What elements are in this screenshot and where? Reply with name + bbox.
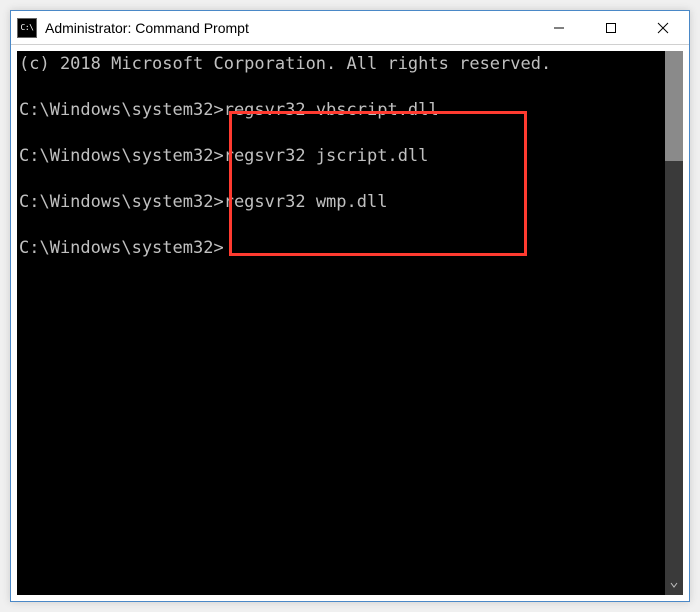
terminal[interactable]: (c) 2018 Microsoft Corporation. All righ… <box>17 51 665 595</box>
close-button[interactable] <box>637 11 689 44</box>
command-line: C:\Windows\system32>regsvr32 wmp.dll <box>19 191 665 214</box>
window-controls <box>533 11 689 44</box>
command-prompt-window: C:\ Administrator: Command Prompt (c) 20… <box>10 10 690 602</box>
titlebar[interactable]: C:\ Administrator: Command Prompt <box>11 11 689 45</box>
prompt-line: C:\Windows\system32> <box>19 237 665 260</box>
scrollbar-thumb[interactable] <box>665 51 683 161</box>
blank-line <box>19 122 665 145</box>
command-text: regsvr32 wmp.dll <box>224 192 388 212</box>
prompt-text: C:\Windows\system32> <box>19 238 224 258</box>
command-text: regsvr32 jscript.dll <box>224 146 429 166</box>
command-text: regsvr32 vbscript.dll <box>224 100 439 120</box>
blank-line <box>19 214 665 237</box>
scroll-down-arrow-icon[interactable] <box>665 575 683 595</box>
prompt-text: C:\Windows\system32> <box>19 146 224 166</box>
blank-line <box>19 168 665 191</box>
maximize-icon <box>605 22 617 34</box>
window-title: Administrator: Command Prompt <box>45 20 249 36</box>
terminal-area: (c) 2018 Microsoft Corporation. All righ… <box>11 45 689 601</box>
blank-line <box>19 76 665 99</box>
command-line: C:\Windows\system32>regsvr32 vbscript.dl… <box>19 99 665 122</box>
prompt-text: C:\Windows\system32> <box>19 192 224 212</box>
minimize-icon <box>553 22 565 34</box>
maximize-button[interactable] <box>585 11 637 44</box>
copyright-line: (c) 2018 Microsoft Corporation. All righ… <box>19 53 665 76</box>
vertical-scrollbar[interactable] <box>665 51 683 595</box>
command-line: C:\Windows\system32>regsvr32 jscript.dll <box>19 145 665 168</box>
cmd-icon: C:\ <box>17 18 37 38</box>
prompt-text: C:\Windows\system32> <box>19 100 224 120</box>
close-icon <box>657 22 669 34</box>
scrollbar-track[interactable] <box>665 161 683 575</box>
minimize-button[interactable] <box>533 11 585 44</box>
